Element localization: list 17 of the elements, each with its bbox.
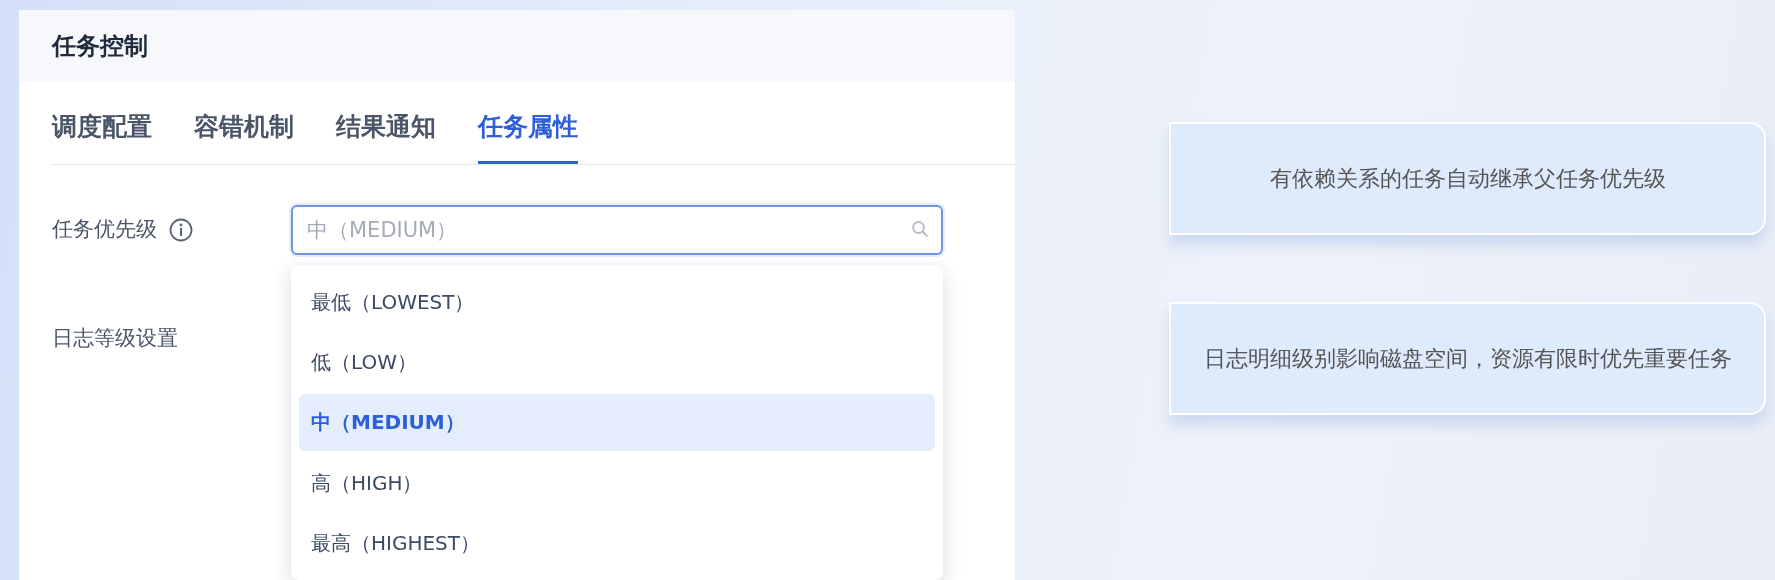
info-icon[interactable] xyxy=(169,217,193,242)
dropdown-option[interactable]: 中（MEDIUM） xyxy=(299,393,935,451)
note-card: 有依赖关系的任务自动继承父任务优先级 xyxy=(1169,122,1766,235)
search-icon xyxy=(911,219,929,238)
tab[interactable]: 任务属性 xyxy=(478,107,578,164)
tab[interactable]: 调度配置 xyxy=(52,107,152,164)
dropdown-option[interactable]: 低（LOW） xyxy=(299,331,935,392)
tab[interactable]: 容错机制 xyxy=(194,107,294,164)
field-label: 日志等级设置 xyxy=(52,324,178,352)
panel-title: 任务控制 xyxy=(52,31,148,62)
tab[interactable]: 结果通知 xyxy=(336,107,436,164)
dropdown-option[interactable]: 高（HIGH） xyxy=(299,452,935,513)
dropdown-option[interactable]: 最低（LOWEST） xyxy=(299,271,935,332)
select-field[interactable]: 中（MEDIUM） xyxy=(291,204,943,255)
note-card: 日志明细级别影响磁盘空间，资源有限时优先重要任务 xyxy=(1169,302,1766,415)
dropdown-option[interactable]: 最高（HIGHEST） xyxy=(299,512,935,573)
field-label: 任务优先级 xyxy=(52,215,157,243)
